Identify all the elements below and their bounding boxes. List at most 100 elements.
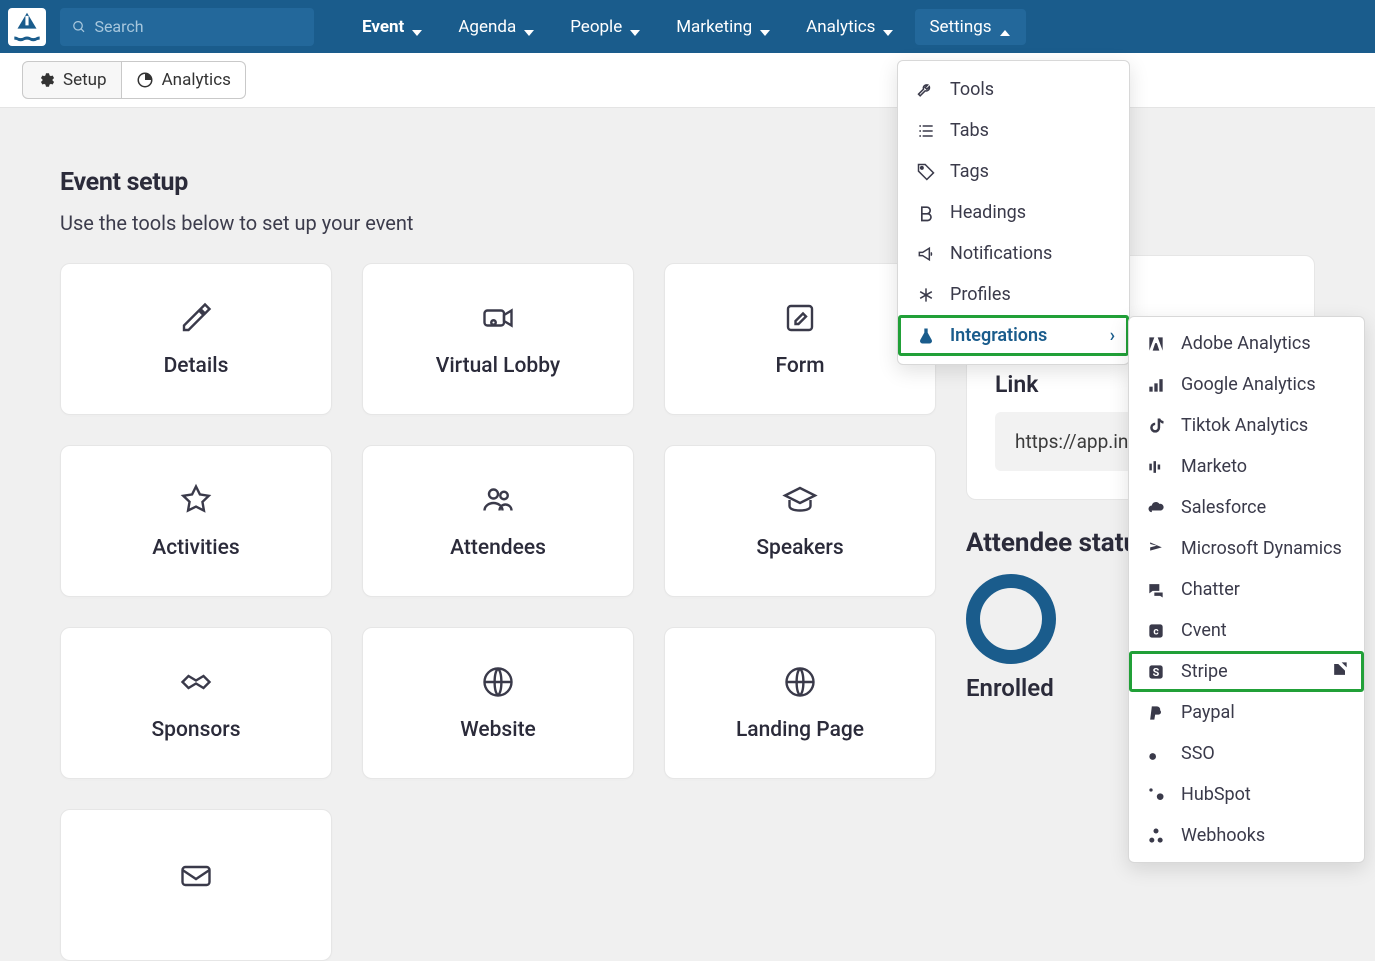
tab-setup[interactable]: Setup [22, 61, 122, 99]
int-stripe[interactable]: S Stripe [1129, 651, 1364, 692]
adobe-icon [1145, 334, 1167, 354]
int-microsoft-dynamics[interactable]: Microsoft Dynamics [1129, 528, 1364, 569]
app-logo[interactable] [8, 8, 46, 46]
nav-marketing[interactable]: Marketing [662, 9, 786, 45]
svg-text:S: S [1153, 666, 1160, 679]
tab-analytics[interactable]: Analytics [122, 61, 246, 99]
menu-label: Tiktok Analytics [1181, 415, 1308, 436]
int-google-analytics[interactable]: Google Analytics [1129, 364, 1364, 405]
tiktok-icon [1145, 416, 1167, 436]
int-webhooks[interactable]: Webhooks [1129, 815, 1364, 856]
key-icon [1145, 744, 1167, 764]
card-activities[interactable]: Activities [60, 445, 332, 597]
card-label: Website [460, 718, 536, 742]
card-website[interactable]: Website [362, 627, 634, 779]
edit-icon [782, 300, 818, 336]
menu-label: Profiles [950, 284, 1011, 305]
card-virtual-lobby[interactable]: Virtual Lobby [362, 263, 634, 415]
int-tiktok-analytics[interactable]: Tiktok Analytics [1129, 405, 1364, 446]
nav-label: Analytics [806, 17, 875, 37]
card-envelope[interactable] [60, 809, 332, 961]
cap-icon [782, 482, 818, 518]
wrench-icon [916, 80, 936, 100]
menu-label: Tags [950, 161, 989, 182]
card-details[interactable]: Details [60, 263, 332, 415]
menu-label: Tabs [950, 120, 989, 141]
menu-integrations[interactable]: Integrations› [898, 315, 1129, 356]
settings-dropdown: Tools Tabs Tags Headings Notifications P… [897, 60, 1130, 365]
nav-agenda[interactable]: Agenda [444, 9, 550, 45]
nav-people[interactable]: People [556, 9, 656, 45]
camera-icon [480, 300, 516, 336]
nav-event[interactable]: Event [348, 9, 438, 45]
search-container [60, 8, 314, 46]
nav-settings[interactable]: Settings [915, 9, 1025, 45]
donut-chart [966, 574, 1056, 664]
menu-label: Tools [950, 79, 994, 100]
menu-tags[interactable]: Tags [898, 151, 1129, 192]
card-speakers[interactable]: Speakers [664, 445, 936, 597]
card-label: Details [164, 354, 229, 378]
menu-tabs[interactable]: Tabs [898, 110, 1129, 151]
globe-icon [782, 664, 818, 700]
int-marketo[interactable]: Marketo [1129, 446, 1364, 487]
chevron-down-icon [630, 21, 642, 33]
card-landing-page[interactable]: Landing Page [664, 627, 936, 779]
int-sso[interactable]: SSO [1129, 733, 1364, 774]
nav-analytics[interactable]: Analytics [792, 9, 909, 45]
card-form[interactable]: Form [664, 263, 936, 415]
cloud-icon [1145, 498, 1167, 518]
nav-label: Event [362, 17, 404, 37]
page-subtitle: Use the tools below to set up your event [60, 211, 936, 235]
menu-label: Headings [950, 202, 1026, 223]
list-icon [916, 121, 936, 141]
int-chatter[interactable]: Chatter [1129, 569, 1364, 610]
flask-icon [916, 326, 936, 346]
chevron-right-icon: › [1110, 325, 1115, 346]
tag-icon [916, 162, 936, 182]
card-label: Activities [152, 536, 239, 560]
nav-items: Event Agenda People Marketing Analytics … [348, 9, 1026, 45]
card-label: Sponsors [151, 718, 240, 742]
dynamics-icon [1145, 539, 1167, 559]
chevron-up-icon [1000, 21, 1012, 33]
marketo-icon [1145, 457, 1167, 477]
menu-label: Paypal [1181, 702, 1235, 723]
card-label: Virtual Lobby [436, 354, 560, 378]
globe-icon [480, 664, 516, 700]
int-adobe-analytics[interactable]: Adobe Analytics [1129, 323, 1364, 364]
external-link-icon [1330, 659, 1350, 684]
menu-label: Stripe [1181, 661, 1228, 682]
boat-icon [8, 8, 46, 46]
paypal-icon [1145, 703, 1167, 723]
card-label: Attendees [450, 536, 546, 560]
menu-headings[interactable]: Headings [898, 192, 1129, 233]
page-title: Event setup [60, 168, 936, 197]
envelope-icon [178, 858, 214, 894]
tab-label: Setup [63, 70, 107, 90]
chevron-down-icon [412, 21, 424, 33]
hubspot-icon [1145, 785, 1167, 805]
int-cvent[interactable]: cCvent [1129, 610, 1364, 651]
top-nav: Event Agenda People Marketing Analytics … [0, 0, 1375, 53]
search-input[interactable] [94, 17, 302, 36]
nav-label: Marketing [676, 17, 752, 37]
search-icon [72, 19, 86, 35]
int-paypal[interactable]: Paypal [1129, 692, 1364, 733]
card-label: Form [776, 354, 825, 378]
int-hubspot[interactable]: HubSpot [1129, 774, 1364, 815]
card-attendees[interactable]: Attendees [362, 445, 634, 597]
bullhorn-icon [916, 244, 936, 264]
menu-profiles[interactable]: Profiles [898, 274, 1129, 315]
menu-notifications[interactable]: Notifications [898, 233, 1129, 274]
menu-label: Cvent [1181, 620, 1227, 641]
int-salesforce[interactable]: Salesforce [1129, 487, 1364, 528]
people-icon [480, 482, 516, 518]
menu-tools[interactable]: Tools [898, 69, 1129, 110]
card-sponsors[interactable]: Sponsors [60, 627, 332, 779]
setup-cards: Details Virtual Lobby Form Activities At… [60, 263, 936, 961]
tab-label: Analytics [162, 70, 231, 90]
sub-nav: Setup Analytics [0, 53, 1375, 108]
gear-icon [37, 71, 55, 89]
chevron-down-icon [760, 21, 772, 33]
